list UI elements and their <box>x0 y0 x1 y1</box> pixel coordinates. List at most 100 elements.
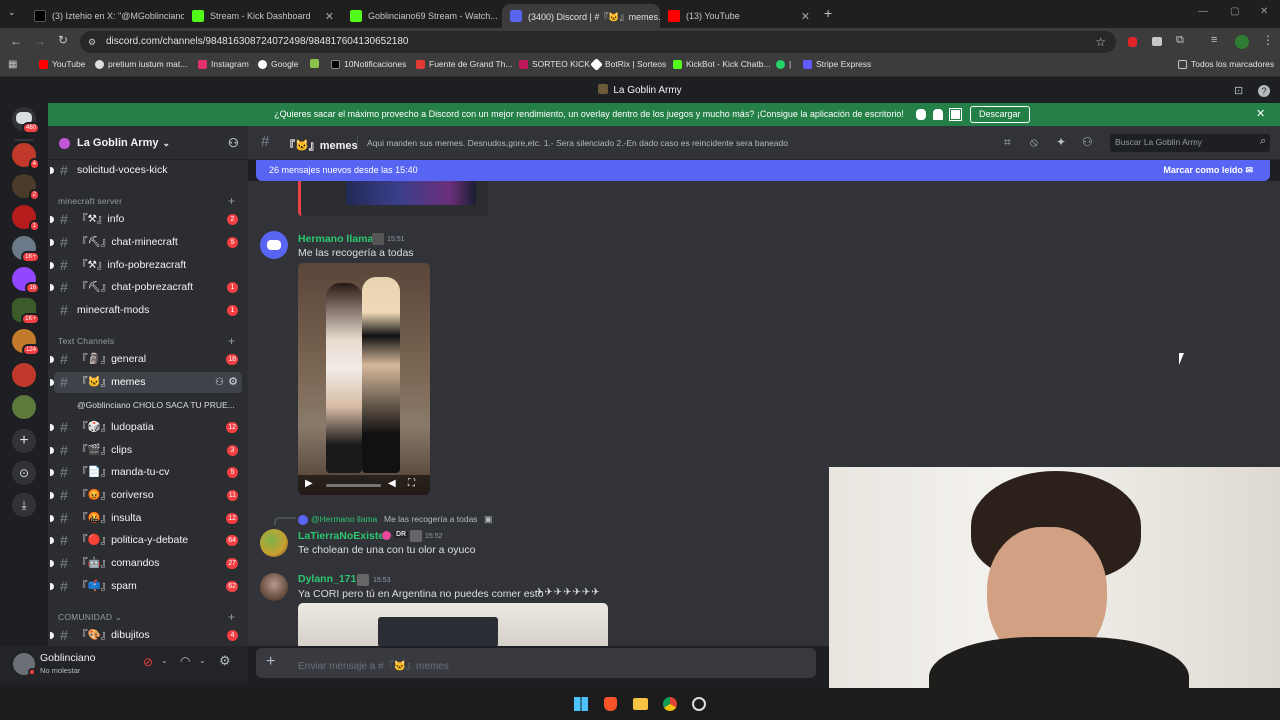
discord-home-button[interactable]: 460 <box>12 107 40 134</box>
channel-memes[interactable]: # 『🐱』memes ⚇ ⚙ <box>50 372 242 393</box>
extension-icon[interactable] <box>1152 37 1162 46</box>
channel-dibujitos[interactable]: # 『🎨』dibujitos 4 <box>50 625 242 646</box>
chevron-down-icon[interactable]: ⌄ <box>199 656 206 665</box>
tab-close-icon[interactable]: ✕ <box>797 10 810 23</box>
window-close-icon[interactable]: ✕ <box>1260 6 1268 17</box>
banner-close-icon[interactable]: ✕ <box>1256 103 1265 126</box>
file-explorer-icon[interactable] <box>633 698 648 710</box>
extension-red-icon[interactable] <box>1128 37 1137 47</box>
user-settings-icon[interactable]: ⚙ <box>219 653 231 669</box>
download-button[interactable]: Descargar <box>970 106 1030 123</box>
invite-people-icon[interactable]: ⚇ <box>228 126 239 160</box>
server-icon[interactable]: 124 <box>12 329 40 356</box>
category-comunidad[interactable]: COMUNIDAD ⌄ + <box>58 610 235 624</box>
all-bookmarks[interactable]: Todos los marcadores <box>1178 59 1274 69</box>
channel-general[interactable]: # 『🗿』general 18 <box>50 349 242 370</box>
app-icon[interactable] <box>692 697 706 711</box>
puzzle-extensions-icon[interactable]: ⧉ <box>1176 34 1184 47</box>
fullscreen-icon[interactable]: ⛶ <box>408 478 415 489</box>
bookmark-item[interactable]: Instagram <box>198 59 249 69</box>
forward-icon[interactable]: → <box>34 34 46 48</box>
help-icon[interactable]: ? <box>1258 85 1270 97</box>
bookmark-item[interactable]: YouTube <box>39 59 85 69</box>
mute-mic-icon[interactable]: ⊘ <box>143 655 153 669</box>
headphones-icon[interactable]: ◠ <box>180 654 190 668</box>
bookmark-item[interactable]: Fuente de Grand Th... <box>416 59 512 69</box>
profile-avatar[interactable] <box>1235 35 1249 49</box>
channel-minecraft-mods[interactable]: # minecraft-mods 1 <box>54 300 242 321</box>
avatar[interactable] <box>260 529 288 557</box>
invite-icon[interactable]: ⚇ <box>215 372 224 393</box>
channel-solicitud-voces-kick[interactable]: # solicitud-voces-kick <box>50 160 242 181</box>
new-messages-bar[interactable]: 26 mensajes nuevos desde las 15:40 Marca… <box>256 160 1270 181</box>
tab-close-icon[interactable]: ✕ <box>321 10 334 23</box>
channel-chat-minecraft[interactable]: # 『⛏』chat-minecraft 5 <box>50 232 242 253</box>
server-icon[interactable] <box>12 395 36 419</box>
bookmark-item[interactable]: KickBot - Kick Chatb... <box>673 59 771 69</box>
site-info-icon[interactable]: ⚙ <box>88 31 96 53</box>
chrome-icon[interactable] <box>663 697 677 711</box>
bookmark-item[interactable]: | <box>776 59 791 69</box>
tab-list-chevron-icon[interactable]: ⌄ <box>8 7 16 18</box>
video-controls[interactable]: ▶ ◀ ⛶ <box>298 475 430 495</box>
bookmark-item[interactable]: 10Notificaciones <box>331 59 406 69</box>
pinned-messages-icon[interactable]: ✦ <box>1056 135 1066 149</box>
server-icon[interactable]: 1 <box>12 205 40 232</box>
message-author[interactable]: Hermano llama <box>298 233 373 245</box>
windows-start-icon[interactable] <box>574 697 588 711</box>
browser-tab-discord[interactable]: (3400) Discord | #『🐱』memes...✕ <box>502 4 660 28</box>
apps-grid-icon[interactable]: ▦ <box>8 59 17 70</box>
bookmark-item[interactable]: Google <box>258 59 298 69</box>
browser-tab-x[interactable]: (3) Iztehio en X: "@MGoblinciano...✕ <box>26 4 184 28</box>
volume-icon[interactable]: ◀ <box>388 478 396 489</box>
channel-manda-tu-cv[interactable]: # 『📄』manda-tu-cv 5 <box>50 462 242 483</box>
server-icon[interactable] <box>12 363 36 387</box>
channel-info-pobrezacraft[interactable]: # 『⚒』info-pobrezacraft <box>50 255 242 276</box>
add-attachment-icon[interactable]: + <box>266 653 275 671</box>
play-icon[interactable]: ▶ <box>305 478 313 489</box>
add-server-button[interactable]: + <box>12 429 36 453</box>
notification-muted-icon[interactable]: ⦸ <box>1030 135 1038 150</box>
avatar[interactable] <box>260 573 288 601</box>
bookmark-item[interactable]: BotRix | Sorteos <box>590 57 666 71</box>
bookmark-star-icon[interactable]: ☆ <box>1095 31 1106 53</box>
message-composer[interactable]: + Enviar mensaje a #『🐱』memes <box>256 648 816 678</box>
chevron-down-icon[interactable]: ⌄ <box>161 656 168 665</box>
address-bar[interactable]: ⚙ discord.com/channels/98481630872407249… <box>80 31 1116 53</box>
message-author[interactable]: Dylann_1710 <box>298 573 362 585</box>
server-icon[interactable]: 16 <box>12 267 40 294</box>
explore-servers-button[interactable]: ⊙ <box>12 461 36 485</box>
bookmark-item[interactable]: SORTEO KICK <box>519 59 590 69</box>
maximize-icon[interactable]: ▢ <box>1230 6 1239 17</box>
threads-icon[interactable]: ⌗ <box>1004 135 1011 150</box>
server-icon-selected[interactable]: 1K+ <box>12 298 40 325</box>
bookmark-item[interactable]: pretium iustum mat... <box>95 59 187 69</box>
create-channel-icon[interactable]: + <box>228 334 235 348</box>
browser-tab-kick-stream[interactable]: Goblinciano69 Stream - Watch...✕ <box>342 4 500 28</box>
channel-chat-pobrezacraft[interactable]: # 『⛏』chat-pobrezacraft 1 <box>50 277 242 298</box>
guild-header[interactable]: La Goblin Army ⌄ ⚇ <box>48 126 248 160</box>
channel-topic[interactable]: Aqui manden sus memes. Desnudos,gore,etc… <box>367 138 788 148</box>
server-icon[interactable]: 1K+ <box>12 236 40 263</box>
download-apps-button[interactable]: ⤓ <box>12 493 36 517</box>
server-icon[interactable]: 4 <box>12 143 40 170</box>
category-minecraft-server[interactable]: minecraft server + <box>58 194 235 208</box>
channel-clips[interactable]: # 『🎬』clips 3 <box>50 440 242 461</box>
video-progress-bar[interactable] <box>326 484 381 487</box>
tab-close-icon[interactable]: ✕ <box>498 10 500 23</box>
reply-author[interactable]: @Hermano llama <box>311 514 377 524</box>
message-input-placeholder[interactable]: Enviar mensaje a #『🐱』memes <box>298 657 449 672</box>
back-icon[interactable]: ← <box>10 34 22 48</box>
category-text-channels[interactable]: Text Channels + <box>58 334 235 348</box>
mark-as-read-button[interactable]: Marcar como leído ✉ <box>1163 160 1253 181</box>
reply-text[interactable]: Me las recogería a todas <box>384 514 478 524</box>
brave-browser-icon[interactable] <box>604 697 617 711</box>
bookmark-item[interactable] <box>310 59 323 68</box>
browser-tab-youtube[interactable]: (13) YouTube ✕ <box>660 4 818 28</box>
thread-item[interactable]: @Goblinciano CHOLO SACA TU PRUE... <box>77 400 242 410</box>
channel-coriverso[interactable]: # 『😡』coriverso 11 <box>50 485 242 506</box>
reload-icon[interactable]: ↻ <box>58 33 68 47</box>
create-channel-icon[interactable]: + <box>228 194 235 208</box>
minimize-icon[interactable]: — <box>1198 6 1208 17</box>
media-controls-icon[interactable]: ≡ <box>1211 34 1217 46</box>
